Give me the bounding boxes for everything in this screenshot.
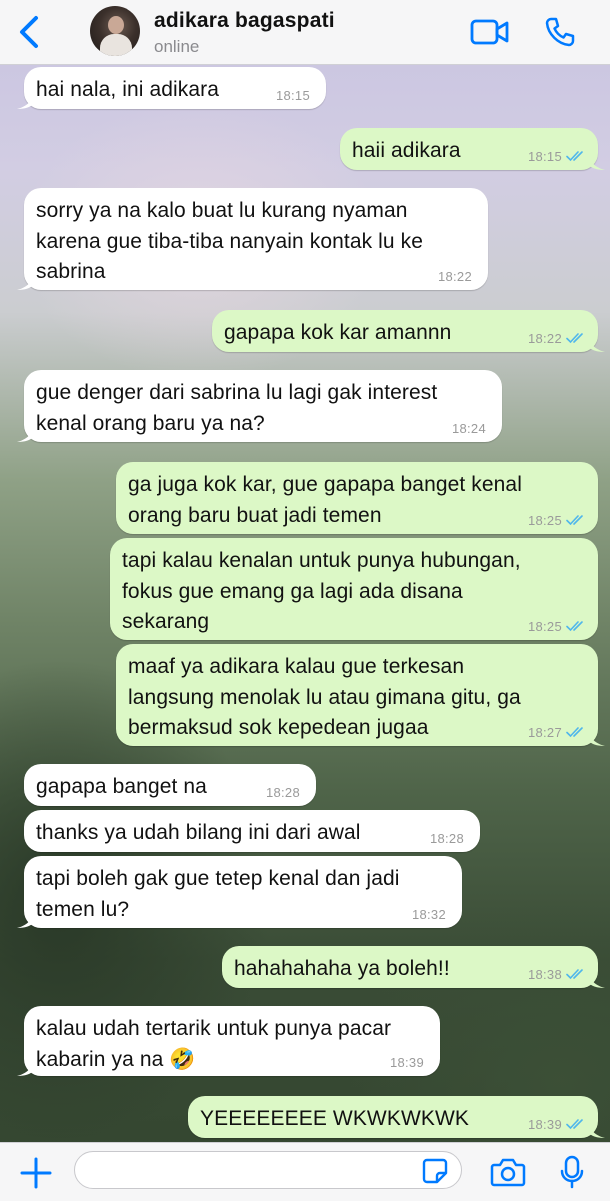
contact-status: online	[154, 37, 200, 56]
message-timestamp: 18:32	[411, 907, 446, 922]
bubble-tail	[589, 152, 605, 170]
bubble-tail	[17, 424, 33, 442]
double-check-icon	[566, 621, 583, 632]
chevron-left-icon	[20, 16, 38, 48]
bubble-tail	[589, 334, 605, 352]
attach-button[interactable]	[20, 1157, 52, 1189]
message-timestamp: 18:15	[275, 88, 310, 103]
outgoing-message-bubble[interactable]: ga juga kok kar, gue gapapa banget kenal…	[116, 462, 598, 534]
message-text: gue denger dari sabrina lu lagi gak inte…	[36, 381, 438, 435]
message-text: tapi boleh gak gue tetep kenal dan jadi …	[36, 867, 400, 921]
bubble-tail	[17, 1058, 33, 1076]
microphone-icon	[560, 1155, 584, 1189]
outgoing-message-bubble[interactable]: haii adikara 18:15	[340, 128, 605, 170]
double-check-icon	[566, 333, 583, 344]
message-text: hahahahaha ya boleh!!	[234, 957, 450, 980]
camera-icon	[490, 1158, 526, 1187]
message-text: haii adikara	[352, 139, 461, 162]
bubble-tail	[17, 910, 33, 928]
message-timestamp: 18:22	[437, 269, 472, 284]
message-timestamp: 18:39	[389, 1055, 424, 1070]
message-timestamp: 18:24	[451, 421, 486, 436]
plus-icon	[20, 1157, 52, 1189]
message-timestamp: 18:22	[527, 331, 562, 346]
message-text: tapi kalau kenalan untuk punya hubungan,…	[122, 549, 521, 633]
message-text: kalau udah tertarik untuk punya pacar ka…	[36, 1017, 392, 1071]
back-button[interactable]	[14, 14, 48, 50]
message-input[interactable]	[74, 1151, 462, 1189]
camera-button[interactable]	[490, 1157, 526, 1187]
message-text: sorry ya na kalo buat lu kurang nyaman k…	[36, 199, 424, 283]
incoming-message-bubble[interactable]: hai nala, ini adikara 18:15	[17, 67, 326, 109]
incoming-message-bubble[interactable]: sorry ya na kalo buat lu kurang nyaman k…	[17, 188, 488, 290]
double-check-icon	[566, 727, 583, 738]
incoming-message-bubble[interactable]: gapapa banget na 18:28	[24, 764, 316, 806]
double-check-icon	[566, 151, 583, 162]
outgoing-message-bubble[interactable]: YEEEEEEEE WKWKWKWK 18:39	[188, 1096, 605, 1138]
double-check-icon	[566, 515, 583, 526]
incoming-message-bubble[interactable]: gue denger dari sabrina lu lagi gak inte…	[17, 370, 502, 442]
message-timestamp: 18:27	[527, 725, 562, 740]
video-camera-icon	[470, 19, 509, 45]
contact-avatar[interactable]	[90, 6, 140, 56]
incoming-message-bubble[interactable]: thanks ya udah bilang ini dari awal 18:28	[24, 810, 480, 852]
bubble-tail	[589, 728, 605, 746]
contact-name[interactable]: adikara bagaspati	[154, 9, 335, 33]
message-text: maaf ya adikara kalau gue terkesan langs…	[128, 655, 521, 739]
incoming-message-bubble[interactable]: tapi boleh gak gue tetep kenal dan jadi …	[17, 856, 462, 928]
message-timestamp: 18:39	[527, 1117, 562, 1132]
double-check-icon	[566, 969, 583, 980]
bubble-tail	[589, 970, 605, 988]
sticker-button[interactable]	[422, 1158, 448, 1184]
bubble-tail	[17, 91, 33, 109]
message-text: hai nala, ini adikara	[36, 78, 220, 101]
bubble-tail	[17, 272, 33, 290]
message-timestamp: 18:28	[265, 785, 300, 800]
phone-icon	[545, 17, 575, 47]
composer-bar	[0, 1142, 610, 1201]
message-timestamp: 18:25	[527, 619, 562, 634]
microphone-button[interactable]	[560, 1155, 584, 1189]
message-timestamp: 18:15	[527, 149, 562, 164]
message-text: gapapa banget na	[36, 775, 207, 798]
message-text: thanks ya udah bilang ini dari awal	[36, 821, 361, 844]
message-text: YEEEEEEEE WKWKWKWK	[200, 1107, 470, 1130]
outgoing-message-bubble[interactable]: hahahahaha ya boleh!! 18:38	[222, 946, 605, 988]
bubble-tail	[589, 1120, 605, 1138]
sticker-icon	[422, 1158, 448, 1184]
video-call-button[interactable]	[470, 18, 510, 46]
double-check-icon	[566, 1119, 583, 1130]
message-timestamp: 18:28	[429, 831, 464, 846]
incoming-message-bubble[interactable]: kalau udah tertarik untuk punya pacar ka…	[17, 1006, 440, 1076]
message-text: gapapa kok kar amannn	[224, 321, 452, 344]
outgoing-message-bubble[interactable]: maaf ya adikara kalau gue terkesan langs…	[116, 644, 605, 746]
message-text: ga juga kok kar, gue gapapa banget kenal…	[128, 473, 522, 527]
outgoing-message-bubble[interactable]: gapapa kok kar amannn 18:22	[212, 310, 605, 352]
message-timestamp: 18:38	[527, 967, 562, 982]
outgoing-message-bubble[interactable]: tapi kalau kenalan untuk punya hubungan,…	[110, 538, 598, 640]
chat-header: adikara bagaspati online	[0, 0, 610, 65]
message-timestamp: 18:25	[527, 513, 562, 528]
voice-call-button[interactable]	[544, 16, 576, 48]
